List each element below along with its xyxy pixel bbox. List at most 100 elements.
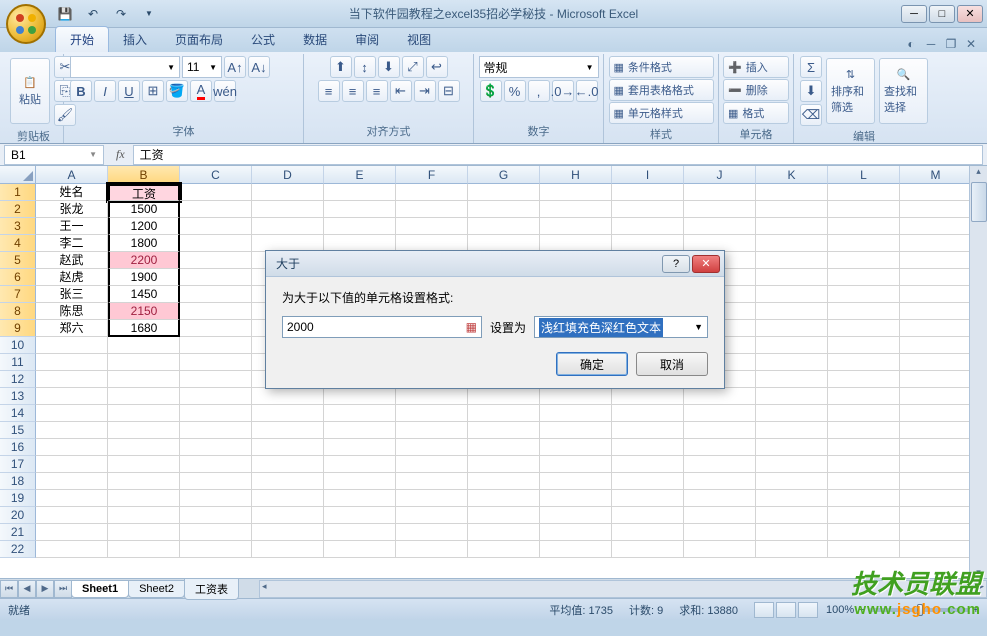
cell-M4[interactable] [900,235,972,252]
cell-M6[interactable] [900,269,972,286]
cell-G21[interactable] [468,524,540,541]
cell-K14[interactable] [756,405,828,422]
cell-C14[interactable] [180,405,252,422]
cell-A19[interactable] [36,490,108,507]
cell-C1[interactable] [180,184,252,201]
orientation-icon[interactable]: ⤢ [402,56,424,78]
cell-K22[interactable] [756,541,828,558]
cell-F16[interactable] [396,439,468,456]
cell-I17[interactable] [612,456,684,473]
cell-M13[interactable] [900,388,972,405]
cell-E22[interactable] [324,541,396,558]
align-center-icon[interactable]: ≡ [342,80,364,102]
cell-K4[interactable] [756,235,828,252]
cell-K9[interactable] [756,320,828,337]
cell-H21[interactable] [540,524,612,541]
cell-M22[interactable] [900,541,972,558]
decrease-decimal-icon[interactable]: ←.0 [576,80,598,102]
cell-L18[interactable] [828,473,900,490]
cell-L17[interactable] [828,456,900,473]
cell-L14[interactable] [828,405,900,422]
name-box[interactable]: B1▼ [4,145,104,165]
cell-I21[interactable] [612,524,684,541]
row-header-1[interactable]: 1 [0,184,36,201]
cell-L5[interactable] [828,252,900,269]
row-header-12[interactable]: 12 [0,371,36,388]
cell-H14[interactable] [540,405,612,422]
font-family-dropdown[interactable]: ▼ [70,56,180,78]
cell-C5[interactable] [180,252,252,269]
cell-F19[interactable] [396,490,468,507]
tab-page-layout[interactable]: 页面布局 [161,27,237,52]
cell-F22[interactable] [396,541,468,558]
cell-J14[interactable] [684,405,756,422]
cell-K11[interactable] [756,354,828,371]
cell-I16[interactable] [612,439,684,456]
dialog-format-select[interactable]: 浅红填充色深红色文本 ▼ [534,316,708,338]
cell-L11[interactable] [828,354,900,371]
cell-L10[interactable] [828,337,900,354]
qat-dropdown-icon[interactable]: ▼ [138,3,160,25]
font-size-dropdown[interactable]: 11▼ [182,56,222,78]
cell-A6[interactable]: 赵虎 [36,269,108,286]
comma-icon[interactable]: , [528,80,550,102]
cell-J2[interactable] [684,201,756,218]
cell-A16[interactable] [36,439,108,456]
cell-E13[interactable] [324,388,396,405]
cell-A17[interactable] [36,456,108,473]
cell-B15[interactable] [108,422,180,439]
cell-K2[interactable] [756,201,828,218]
office-button[interactable] [6,4,46,44]
cell-D20[interactable] [252,507,324,524]
normal-view-icon[interactable] [754,602,774,618]
cell-B18[interactable] [108,473,180,490]
cell-E14[interactable] [324,405,396,422]
column-header-M[interactable]: M [900,166,972,184]
row-header-22[interactable]: 22 [0,541,36,558]
cell-A5[interactable]: 赵武 [36,252,108,269]
cell-A1[interactable]: 姓名 [36,184,108,201]
cell-J1[interactable] [684,184,756,201]
cell-I2[interactable] [612,201,684,218]
scrollbar-thumb[interactable] [971,182,987,222]
cell-J22[interactable] [684,541,756,558]
cell-J16[interactable] [684,439,756,456]
zoom-level[interactable]: 100% [826,604,854,616]
border-icon[interactable]: ⊞ [142,80,164,102]
column-header-G[interactable]: G [468,166,540,184]
cell-M17[interactable] [900,456,972,473]
cell-L19[interactable] [828,490,900,507]
column-header-E[interactable]: E [324,166,396,184]
cell-F17[interactable] [396,456,468,473]
align-middle-icon[interactable]: ↕ [354,56,376,78]
grow-font-icon[interactable]: A↑ [224,56,246,78]
cell-B20[interactable] [108,507,180,524]
cell-K20[interactable] [756,507,828,524]
cell-K17[interactable] [756,456,828,473]
dialog-titlebar[interactable]: 大于 ? ✕ [266,251,724,277]
increase-decimal-icon[interactable]: .0→ [552,80,574,102]
cell-styles-button[interactable]: ▦单元格样式 [609,102,714,124]
page-layout-view-icon[interactable] [776,602,796,618]
row-header-10[interactable]: 10 [0,337,36,354]
insert-cells-button[interactable]: ➕插入 [723,56,789,78]
cell-H17[interactable] [540,456,612,473]
cell-C11[interactable] [180,354,252,371]
cell-C19[interactable] [180,490,252,507]
autosum-icon[interactable]: Σ [800,56,822,78]
cell-L9[interactable] [828,320,900,337]
clear-icon[interactable]: ⌫ [800,104,822,126]
row-header-5[interactable]: 5 [0,252,36,269]
cell-M14[interactable] [900,405,972,422]
cell-J17[interactable] [684,456,756,473]
percent-icon[interactable]: % [504,80,526,102]
cell-G19[interactable] [468,490,540,507]
cell-A2[interactable]: 张龙 [36,201,108,218]
doc-close-icon[interactable]: ✕ [963,36,979,52]
column-header-J[interactable]: J [684,166,756,184]
table-format-button[interactable]: ▦套用表格格式 [609,79,714,101]
cell-L13[interactable] [828,388,900,405]
select-all-corner[interactable] [0,166,36,184]
cell-E17[interactable] [324,456,396,473]
cell-L2[interactable] [828,201,900,218]
